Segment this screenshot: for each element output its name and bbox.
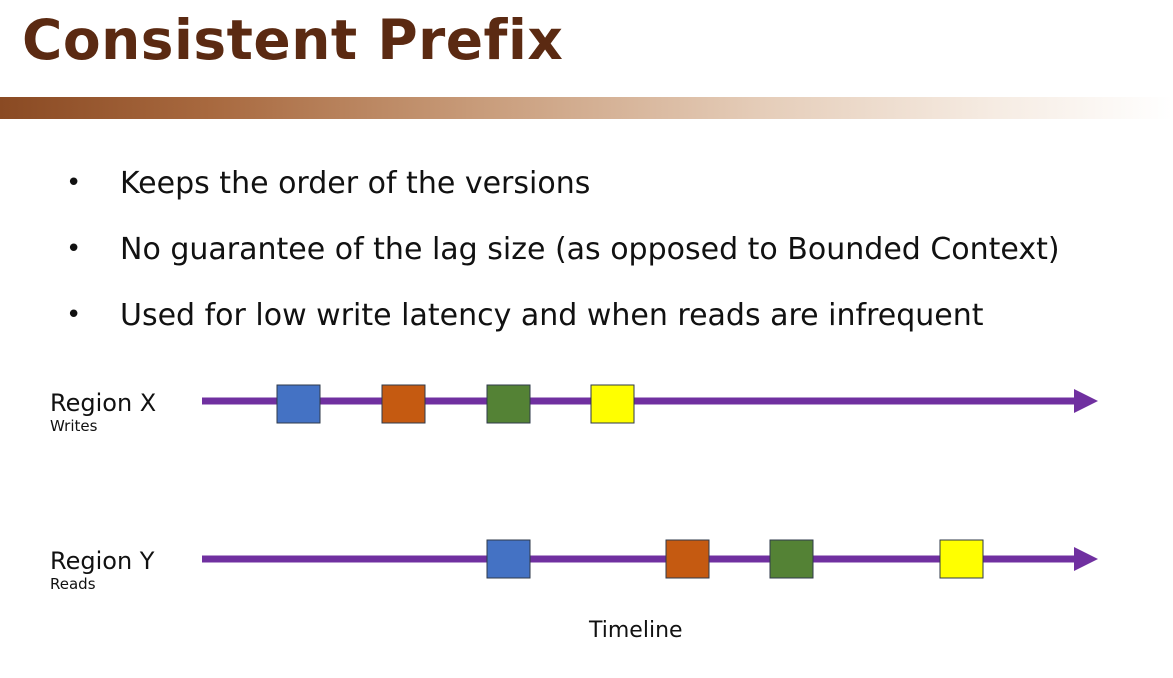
region-x-timeline	[202, 384, 1098, 424]
region-x-version-1	[276, 384, 321, 424]
region-y-version-2	[665, 539, 710, 579]
region-x-timeline-arrowhead	[1074, 389, 1098, 413]
region-y-timeline	[202, 539, 1098, 579]
region-x-version-2	[381, 384, 426, 424]
region-y-version-4	[939, 539, 984, 579]
timeline-diagram	[202, 384, 1098, 579]
slide: Consistent Prefix • Keeps the order of t…	[0, 0, 1173, 678]
region-x-version-4	[590, 384, 635, 424]
region-x-version-3	[486, 384, 531, 424]
region-y-timeline-arrowhead	[1074, 547, 1098, 571]
region-y-version-3	[769, 539, 814, 579]
region-y-version-1	[486, 539, 531, 579]
timeline-label: Timeline	[589, 618, 683, 643]
